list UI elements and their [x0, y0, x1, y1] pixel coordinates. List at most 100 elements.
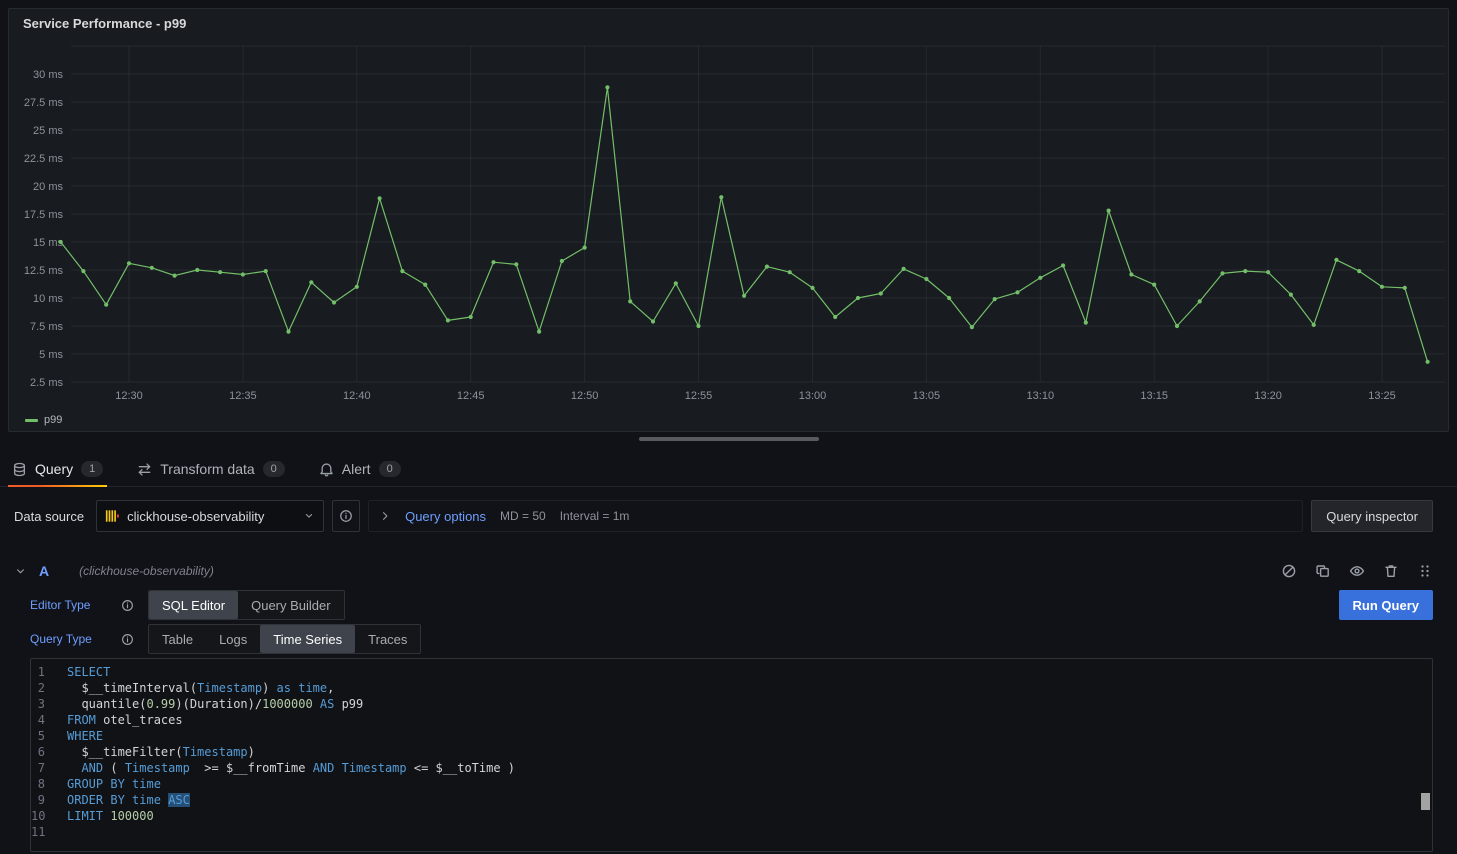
- query-ref-id: A: [39, 563, 49, 579]
- run-query-button[interactable]: Run Query: [1339, 590, 1433, 620]
- legend-swatch: [25, 419, 38, 422]
- transform-arrows-icon: [137, 462, 152, 477]
- query-type-label-box: Query Type: [30, 632, 148, 646]
- tab-alert[interactable]: Alert 0: [315, 455, 405, 486]
- info-circle-icon: [339, 509, 353, 523]
- line-number: 10: [31, 808, 67, 824]
- option-time-series[interactable]: Time Series: [260, 625, 355, 653]
- editor-type-selector: SQL EditorQuery Builder: [148, 590, 345, 620]
- code-line: 9ORDER BY time ASC: [31, 792, 1432, 808]
- chevron-down-icon: [303, 510, 315, 522]
- code-line: 1SELECT: [31, 664, 1432, 680]
- query-options-toggle[interactable]: Query options MD = 50 Interval = 1m: [368, 500, 1303, 532]
- code-line: 4FROM otel_traces: [31, 712, 1432, 728]
- svg-text:20 ms: 20 ms: [33, 181, 63, 193]
- editor-tabs: Query 1 Transform data 0 Alert 0: [0, 453, 1457, 487]
- code-line: 3 quantile(0.99)(Duration)/1000000 AS p9…: [31, 696, 1432, 712]
- svg-text:12:55: 12:55: [685, 390, 713, 402]
- line-number: 9: [31, 792, 67, 808]
- duplicate-query-icon[interactable]: [1315, 563, 1331, 579]
- query-options-label: Query options: [405, 509, 486, 524]
- sql-editor[interactable]: 1SELECT2 $__timeInterval(Timestamp) as t…: [30, 658, 1433, 852]
- svg-text:12:30: 12:30: [115, 390, 143, 402]
- datasource-help-button[interactable]: [332, 500, 360, 532]
- option-sql-editor[interactable]: SQL Editor: [149, 591, 238, 619]
- code-line: 6 $__timeFilter(Timestamp): [31, 744, 1432, 760]
- tab-count-badge: 0: [379, 461, 401, 477]
- line-number: 4: [31, 712, 67, 728]
- legend-label: p99: [44, 414, 62, 426]
- datasource-label: Data source: [14, 509, 84, 524]
- chevron-right-icon: [379, 510, 391, 522]
- line-number: 2: [31, 680, 67, 696]
- svg-text:13:20: 13:20: [1254, 390, 1282, 402]
- info-circle-icon[interactable]: [121, 599, 134, 612]
- query-type-label: Query Type: [30, 632, 92, 646]
- drag-handle-icon[interactable]: [1417, 563, 1433, 579]
- tab-label: Transform data: [160, 461, 254, 477]
- svg-text:13:05: 13:05: [913, 390, 941, 402]
- option-query-builder[interactable]: Query Builder: [238, 591, 343, 619]
- option-traces[interactable]: Traces: [355, 625, 420, 653]
- line-number: 5: [31, 728, 67, 744]
- svg-text:30 ms: 30 ms: [33, 69, 63, 81]
- query-row-header: A (clickhouse-observability): [14, 559, 1433, 583]
- svg-text:13:10: 13:10: [1027, 390, 1055, 402]
- line-number: 6: [31, 744, 67, 760]
- line-number: 7: [31, 760, 67, 776]
- option-table[interactable]: Table: [149, 625, 206, 653]
- legend-item-p99[interactable]: p99: [25, 414, 62, 426]
- line-number: 3: [31, 696, 67, 712]
- editor-type-row: Editor Type SQL EditorQuery Builder Run …: [30, 590, 1433, 620]
- editor-type-label: Editor Type: [30, 598, 90, 612]
- svg-text:13:15: 13:15: [1140, 390, 1168, 402]
- interval-value: Interval = 1m: [560, 509, 630, 523]
- disable-query-icon[interactable]: [1281, 563, 1297, 579]
- svg-text:13:00: 13:00: [799, 390, 827, 402]
- datasource-row: Data source clickhouse-observability Que…: [14, 500, 1433, 532]
- tab-transform-data[interactable]: Transform data 0: [133, 455, 289, 486]
- code-line: 10LIMIT 100000: [31, 808, 1432, 824]
- horizontal-scrollbar[interactable]: [639, 437, 819, 441]
- query-inspector-button[interactable]: Query inspector: [1311, 500, 1433, 532]
- sql-code-lines: 1SELECT2 $__timeInterval(Timestamp) as t…: [31, 664, 1432, 840]
- database-icon: [12, 462, 27, 477]
- svg-text:7.5 ms: 7.5 ms: [30, 321, 64, 333]
- datasource-picker[interactable]: clickhouse-observability: [96, 500, 324, 532]
- line-number: 1: [31, 664, 67, 680]
- datasource-selected-value: clickhouse-observability: [127, 509, 264, 524]
- timeseries-chart[interactable]: 2.5 ms5 ms7.5 ms10 ms12.5 ms15 ms17.5 ms…: [9, 37, 1448, 405]
- line-number: 11: [31, 824, 67, 840]
- query-row-actions: [1281, 563, 1433, 579]
- info-circle-icon[interactable]: [121, 633, 134, 646]
- hide-response-eye-icon[interactable]: [1349, 563, 1365, 579]
- tab-count-badge: 0: [263, 461, 285, 477]
- tab-count-badge: 1: [81, 461, 103, 477]
- collapse-chevron-down-icon[interactable]: [14, 565, 27, 578]
- query-type-row: Query Type TableLogsTime SeriesTraces: [30, 624, 1433, 654]
- remove-query-trash-icon[interactable]: [1383, 563, 1399, 579]
- svg-text:25 ms: 25 ms: [33, 125, 63, 137]
- svg-text:5 ms: 5 ms: [39, 349, 63, 361]
- query-type-selector: TableLogsTime SeriesTraces: [148, 624, 421, 654]
- svg-text:10 ms: 10 ms: [33, 293, 63, 305]
- code-line: 11: [31, 824, 1432, 840]
- svg-text:12:50: 12:50: [571, 390, 599, 402]
- svg-text:12:35: 12:35: [229, 390, 257, 402]
- tab-label: Query: [35, 461, 73, 477]
- clickhouse-logo-icon: [105, 509, 119, 523]
- timeseries-panel: Service Performance - p99 2.5 ms5 ms7.5 …: [8, 8, 1449, 432]
- code-line: 7 AND ( Timestamp >= $__fromTime AND Tim…: [31, 760, 1432, 776]
- code-line: 2 $__timeInterval(Timestamp) as time,: [31, 680, 1432, 696]
- panel-header: Service Performance - p99: [9, 9, 1448, 37]
- query-editor-body: Editor Type SQL EditorQuery Builder Run …: [30, 590, 1433, 852]
- code-line: 8GROUP BY time: [31, 776, 1432, 792]
- svg-text:17.5 ms: 17.5 ms: [24, 209, 64, 221]
- svg-text:12.5 ms: 12.5 ms: [24, 265, 64, 277]
- tab-query[interactable]: Query 1: [8, 455, 107, 486]
- option-logs[interactable]: Logs: [206, 625, 260, 653]
- bell-icon: [319, 462, 334, 477]
- max-data-points-value: MD = 50: [500, 509, 546, 523]
- svg-text:13:25: 13:25: [1368, 390, 1396, 402]
- svg-text:12:45: 12:45: [457, 390, 485, 402]
